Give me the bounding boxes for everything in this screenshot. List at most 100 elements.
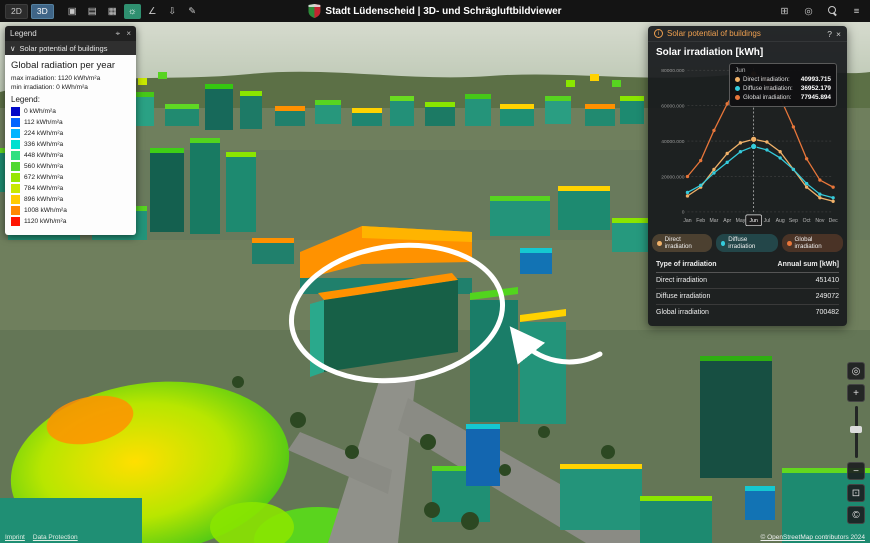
legend-entry-label: 784 kWh/m²a [24, 185, 64, 192]
legend-entry: 784 kWh/m²a [11, 184, 130, 193]
close-icon[interactable]: × [126, 29, 131, 38]
streetview-tool-icon[interactable]: ▣ [64, 4, 81, 19]
chart-area: 0 20000.000 40000.000 60000.000 80000.000 Jan… [648, 59, 847, 231]
legend-panel: Legend ⌖ × ∨ Solar potential of building… [5, 26, 136, 235]
pin-icon[interactable]: ⌖ [116, 29, 121, 38]
legend-card-title: Global radiation per year [11, 60, 116, 71]
legend-entry-label: 0 kWh/m²a [24, 108, 56, 115]
basemap-tool-icon[interactable]: ▦ [104, 4, 121, 19]
solar-potential-panel: i Solar potential of buildings ? × Solar… [648, 26, 847, 326]
tooltip-series-label: Global irradiation: [743, 94, 792, 101]
legend-entry-label: 448 kWh/m²a [24, 152, 64, 159]
measure-tool-icon[interactable]: ∠ [144, 4, 161, 19]
legend-panel-header[interactable]: Legend ⌖ × [5, 26, 136, 41]
chart-legend-item[interactable]: Diffuse irradiation [715, 234, 778, 252]
info-icon: i [654, 29, 663, 38]
chart-title: Solar irradiation [kWh] [656, 47, 764, 58]
svg-text:Mar: Mar [710, 218, 719, 224]
zoom-slider[interactable] [847, 406, 865, 458]
legend-color-swatch [11, 129, 20, 138]
tooltip-row: Diffuse irradiation: 36952.179 [735, 85, 831, 92]
legend-section-label: Solar potential of buildings [19, 43, 108, 53]
legend-entry: 560 kWh/m²a [11, 162, 130, 171]
table-cell-value: 451410 [815, 277, 839, 284]
series-dot-icon [786, 240, 792, 246]
table-row: Global irradiation 700482 [656, 305, 839, 320]
legend-color-swatch [11, 162, 20, 171]
screenshot-button[interactable]: ⊡ [847, 484, 865, 502]
legend-entry-label: 224 kWh/m²a [24, 130, 64, 137]
svg-text:80000.000: 80000.000 [661, 68, 684, 74]
table-row: Direct irradiation 451410 [656, 273, 839, 289]
app-title: Stadt Lüdenscheid | 3D- und Schrägluftbi… [325, 5, 562, 17]
table-row: Diffuse irradiation 249072 [656, 289, 839, 305]
legend-entry: 0 kWh/m²a [11, 107, 130, 116]
view-3d-button[interactable]: 3D [30, 3, 54, 19]
legend-entry-label: 1008 kWh/m²a [24, 207, 67, 214]
svg-text:40000.000: 40000.000 [661, 139, 684, 145]
data-protection-link[interactable]: Data Protection [33, 534, 78, 541]
table-header-sum: Annual sum [kWh] [777, 261, 839, 268]
svg-text:Dec: Dec [829, 218, 839, 224]
geolocate-button[interactable]: ◎ [847, 362, 865, 380]
zoom-slider-handle[interactable] [850, 426, 862, 433]
view-2d-button[interactable]: 2D [5, 3, 28, 19]
legend-entry-label: 112 kWh/m²a [24, 119, 63, 126]
attribution-button[interactable]: © [847, 506, 865, 524]
legend-entry-label: 1120 kWh/m²a [24, 218, 67, 225]
legend-color-swatch [11, 217, 20, 226]
legend-entry: 112 kWh/m²a [11, 118, 130, 127]
min-irradiation-text: min irradiation: 0 kWh/m²a [11, 84, 88, 91]
draw-tool-icon[interactable]: ✎ [184, 4, 201, 19]
chart-legend-item[interactable]: Global irradiation [781, 234, 843, 252]
toolbar-right-group: ⊞ ◎ ≡ [776, 4, 865, 19]
help-icon[interactable]: ? [827, 29, 832, 39]
close-icon[interactable]: × [836, 29, 841, 39]
svg-text:Sep: Sep [789, 218, 798, 224]
apps-icon[interactable]: ⊞ [776, 4, 793, 19]
legend-entry: 336 kWh/m²a [11, 140, 130, 149]
zoom-in-button[interactable]: + [847, 384, 865, 402]
app-window: 2D 3D ▣ ▤ ▦ ☼ ∠ ⇩ ✎ Stadt Lüdenscheid | … [0, 0, 870, 543]
legend-label: Legend: [11, 95, 40, 104]
svg-text:Feb: Feb [696, 218, 705, 224]
table-cell-type: Direct irradiation [656, 277, 707, 284]
solar-analysis-tool-icon[interactable]: ☼ [123, 3, 141, 19]
city-logo-icon [308, 4, 321, 18]
solar-panel-header[interactable]: i Solar potential of buildings ? × [648, 26, 847, 42]
legend-header-icons: ⌖ × [112, 29, 131, 39]
footer-links: Imprint Data Protection [5, 534, 78, 541]
svg-text:Oct: Oct [803, 218, 812, 224]
tooltip-series-value: 40993.715 [800, 76, 831, 83]
max-irradiation-text: max irradiation: 1120 kWh/m²a [11, 75, 101, 82]
legend-entry: 1120 kWh/m²a [11, 217, 130, 226]
tooltip-series-value: 77945.894 [800, 94, 831, 101]
chart-tooltip-rows: Direct irradiation: 40993.715 Diffuse irra… [735, 76, 831, 101]
map-attribution[interactable]: © OpenStreetMap contributors 2024 [760, 534, 865, 541]
legend-card: Global radiation per year max irradiatio… [5, 55, 136, 235]
table-cell-type: Diffuse irradiation [656, 293, 711, 300]
map-controls: ◎ + − ⊡ © [847, 362, 865, 524]
app-title-wrap: Stadt Lüdenscheid | 3D- und Schrägluftbi… [308, 4, 562, 18]
download-tool-icon[interactable]: ⇩ [164, 4, 181, 19]
location-icon[interactable]: ◎ [800, 4, 817, 19]
legend-entry-label: 560 kWh/m²a [24, 163, 64, 170]
table-header-type: Type of irradiation [656, 261, 717, 268]
tooltip-row: Direct irradiation: 40993.715 [735, 76, 831, 83]
table-cell-type: Global irradiation [656, 309, 709, 316]
layers-tool-icon[interactable]: ▤ [84, 4, 101, 19]
search-icon[interactable] [824, 4, 841, 19]
legend-entry-label: 336 kWh/m²a [24, 141, 64, 148]
legend-color-swatch [11, 118, 20, 127]
svg-text:Nov: Nov [815, 218, 825, 224]
series-dot-icon [657, 240, 662, 246]
legend-panel-title: Legend [10, 29, 37, 38]
zoom-out-button[interactable]: − [847, 462, 865, 480]
legend-entry-label: 672 kWh/m²a [24, 174, 64, 181]
imprint-link[interactable]: Imprint [5, 534, 25, 541]
legend-color-swatch [11, 195, 20, 204]
menu-icon[interactable]: ≡ [848, 4, 865, 19]
chart-legend-item[interactable]: Direct irradiation [652, 234, 712, 252]
legend-section-solar[interactable]: ∨ Solar potential of buildings [5, 41, 136, 55]
legend-entry: 672 kWh/m²a [11, 173, 130, 182]
